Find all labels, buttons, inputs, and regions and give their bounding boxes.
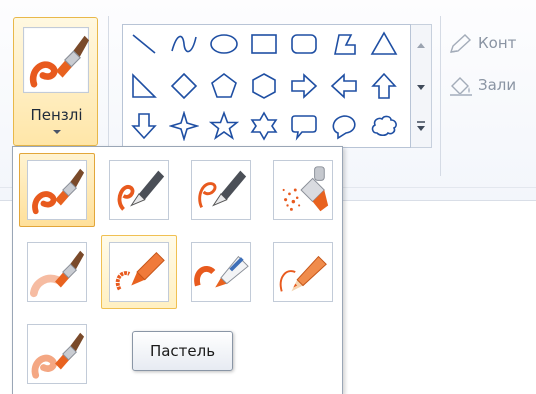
brush-option-calligraphy-1[interactable] (101, 153, 177, 227)
brushes-button[interactable]: Пензлі (13, 17, 98, 146)
triangle-shape-icon[interactable] (369, 29, 399, 59)
brush-option-calligraphy-2[interactable] (183, 153, 259, 227)
pencil-outline-icon (449, 34, 472, 53)
diamond-shape-icon[interactable] (169, 71, 199, 101)
brush-option-marker[interactable] (183, 235, 259, 309)
expand-gallery-icon[interactable] (411, 107, 431, 147)
scroll-up-icon[interactable] (411, 25, 431, 65)
down-arrow-shape-icon[interactable] (129, 111, 159, 141)
shapes-scroll (411, 24, 432, 148)
outline-button[interactable]: Конт (448, 30, 536, 58)
outline-label: Конт (478, 34, 517, 52)
crayon-icon (115, 251, 165, 291)
curve-shape-icon[interactable] (169, 29, 199, 59)
rounded-rectangle-shape-icon[interactable] (289, 29, 319, 59)
up-arrow-shape-icon[interactable] (369, 71, 399, 101)
fill-button[interactable]: Зали (448, 72, 536, 100)
marker-icon (194, 255, 249, 288)
cloud-callout-shape-icon[interactable] (369, 111, 399, 141)
brush-option-watercolor[interactable] (19, 317, 95, 391)
brush-option-brush[interactable] (19, 153, 95, 227)
group-separator (440, 16, 441, 176)
five-point-star-shape-icon[interactable] (209, 111, 239, 141)
calligraphy-pen-2-icon (198, 170, 247, 209)
scroll-down-icon[interactable] (411, 65, 431, 105)
line-shape-icon[interactable] (129, 29, 159, 59)
pencil-icon (279, 255, 327, 292)
tooltip: Пастель (132, 331, 233, 371)
brush-icon (23, 27, 89, 97)
shapes-gallery (122, 24, 411, 148)
brush-option-oil-brush[interactable] (19, 235, 95, 309)
airbrush-icon (282, 166, 329, 212)
right-triangle-shape-icon[interactable] (129, 71, 159, 101)
left-arrow-shape-icon[interactable] (329, 71, 359, 101)
watercolor-brush-icon (31, 332, 85, 379)
brush-icon (32, 168, 85, 215)
brush-option-airbrush[interactable] (265, 153, 341, 227)
brushes-button-label: Пензлі (30, 106, 83, 124)
chevron-down-icon (53, 130, 61, 134)
calligraphy-pen-icon (117, 170, 165, 211)
paint-bucket-icon (450, 77, 472, 96)
pentagon-shape-icon[interactable] (209, 71, 239, 101)
oval-shape-icon[interactable] (209, 29, 239, 59)
oil-brush-icon (29, 250, 85, 298)
hexagon-shape-icon[interactable] (249, 71, 279, 101)
polygon-shape-icon[interactable] (329, 29, 359, 59)
fill-label: Зали (478, 76, 517, 94)
brush-option-crayon[interactable] (101, 235, 177, 309)
four-point-star-shape-icon[interactable] (169, 111, 199, 141)
six-point-star-shape-icon[interactable] (249, 111, 279, 141)
brush-option-natural-pencil[interactable] (265, 235, 341, 309)
right-arrow-shape-icon[interactable] (289, 71, 319, 101)
rounded-callout-shape-icon[interactable] (289, 111, 319, 141)
rectangle-shape-icon[interactable] (249, 29, 279, 59)
oval-callout-shape-icon[interactable] (329, 111, 359, 141)
